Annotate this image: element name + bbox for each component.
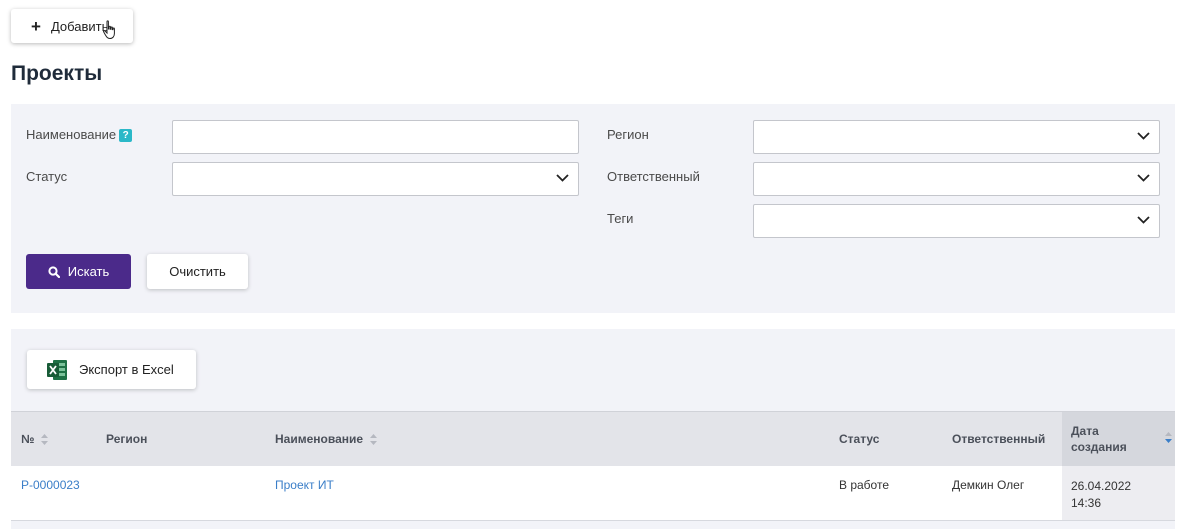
results-panel: Экспорт в Excel № Регион Наименование Ст… xyxy=(11,329,1175,529)
status-select[interactable] xyxy=(172,162,579,196)
name-filter-label: Наименование? xyxy=(26,127,133,142)
row-time-value: 14:36 xyxy=(1071,496,1102,510)
column-region-label: Регион xyxy=(106,432,148,446)
table-header: № Регион Наименование Статус Ответственн… xyxy=(11,411,1175,466)
sort-icon xyxy=(370,433,378,445)
chevron-down-icon xyxy=(556,174,569,182)
column-responsible-label: Ответственный xyxy=(952,432,1046,446)
sort-desc-icon xyxy=(1165,432,1172,443)
column-status-label: Статус xyxy=(839,432,880,446)
excel-icon xyxy=(47,359,67,380)
chevron-down-icon xyxy=(1137,174,1150,182)
column-number-label: № xyxy=(21,432,35,446)
chevron-down-icon xyxy=(1137,132,1150,140)
page-title: Проекты xyxy=(11,62,103,85)
add-button-label: Добавить xyxy=(50,18,109,34)
clear-button[interactable]: Очистить xyxy=(147,254,248,289)
responsible-select[interactable] xyxy=(753,162,1160,196)
plus-icon: + xyxy=(31,16,41,36)
row-name-link[interactable]: Проект ИТ xyxy=(275,478,334,492)
search-button-label: Искать xyxy=(67,264,110,279)
help-icon[interactable]: ? xyxy=(119,129,133,142)
column-status: Статус xyxy=(839,412,879,466)
row-date: 26.04.2022 14:36 xyxy=(1071,478,1131,512)
row-date-value: 26.04.2022 xyxy=(1071,479,1132,493)
export-button-label: Экспорт в Excel xyxy=(79,362,174,377)
column-region: Регион xyxy=(106,412,147,466)
chevron-down-icon xyxy=(1137,216,1150,224)
responsible-filter-label: Ответственный xyxy=(607,169,700,184)
table-row: Р-0000023 Проект ИТ В работе Демкин Олег… xyxy=(11,466,1175,521)
column-date-label-line2: создания xyxy=(1071,440,1127,454)
hand-cursor-icon xyxy=(103,20,115,40)
region-select[interactable] xyxy=(753,120,1160,154)
tags-select[interactable] xyxy=(753,204,1160,238)
sort-icon xyxy=(41,433,49,445)
column-date[interactable]: Дата создания xyxy=(1071,412,1172,466)
region-filter-label: Регион xyxy=(607,127,649,142)
name-filter-input[interactable] xyxy=(172,120,579,154)
column-number[interactable]: № xyxy=(21,412,49,466)
row-number-link[interactable]: Р-0000023 xyxy=(21,478,80,492)
status-filter-label: Статус xyxy=(26,169,68,184)
column-name-label: Наименование xyxy=(275,432,364,446)
column-responsible: Ответственный xyxy=(952,412,1045,466)
column-name[interactable]: Наименование xyxy=(275,412,378,466)
column-date-label-line1: Дата xyxy=(1071,424,1099,438)
clear-button-label: Очистить xyxy=(169,264,226,279)
tags-filter-label: Теги xyxy=(607,211,634,226)
row-status: В работе xyxy=(839,478,890,492)
row-responsible: Демкин Олег xyxy=(952,478,1025,492)
name-label-text: Наименование xyxy=(26,127,117,142)
export-excel-button[interactable]: Экспорт в Excel xyxy=(27,350,196,389)
search-button[interactable]: Искать xyxy=(26,254,131,289)
filter-panel: Наименование? Статус Регион Ответственны… xyxy=(11,104,1175,313)
search-icon xyxy=(48,265,60,278)
